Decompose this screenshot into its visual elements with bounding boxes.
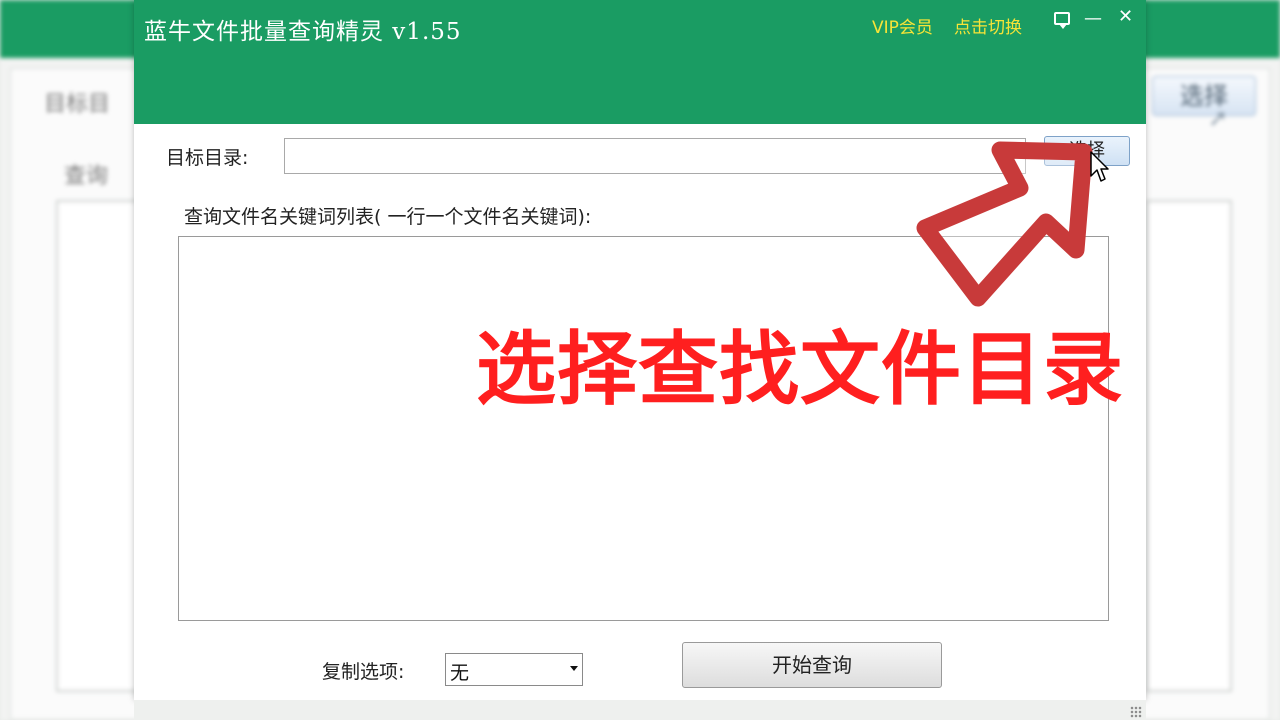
keyword-list-label: 查询文件名关键词列表( 一行一个文件名关键词): (184, 206, 592, 228)
target-directory-label: 目标目录: (166, 147, 249, 169)
resize-grip-icon[interactable] (1130, 706, 1142, 718)
background-cursor-icon: ➚ (1208, 104, 1229, 132)
start-query-button[interactable]: 开始查询 (682, 642, 942, 688)
window-bottom-strip (134, 700, 1146, 720)
background-target-label: 目标目 (44, 92, 111, 117)
window-title: 蓝牛文件批量查询精灵 v1.55 (144, 19, 462, 45)
close-icon[interactable]: ✕ (1118, 6, 1133, 27)
background-list-box-right (1146, 200, 1232, 692)
copy-option-label: 复制选项: (322, 661, 405, 683)
mouse-cursor-icon (1090, 151, 1109, 182)
feedback-icon[interactable] (1054, 12, 1070, 29)
switch-link[interactable]: 点击切换 (954, 13, 1022, 38)
copy-option-select[interactable]: 无 (445, 653, 583, 686)
tutorial-caption: 选择查找文件目录 (476, 323, 1124, 416)
select-directory-button[interactable]: 选择 (1044, 136, 1130, 166)
chevron-down-icon (570, 666, 578, 671)
minimize-icon[interactable]: — (1084, 8, 1102, 29)
background-select-button: 选择 (1152, 76, 1256, 116)
target-directory-input[interactable] (284, 138, 1026, 174)
title-bar: 蓝牛文件批量查询精灵 v1.55 VIP会员 点击切换 — ✕ (134, 0, 1146, 124)
keyword-list-textarea[interactable] (178, 236, 1109, 621)
background-list-box (56, 200, 146, 692)
vip-member-link[interactable]: VIP会员 (872, 13, 933, 38)
background-query-label: 查询 (64, 164, 109, 189)
copy-option-value: 无 (450, 662, 470, 684)
